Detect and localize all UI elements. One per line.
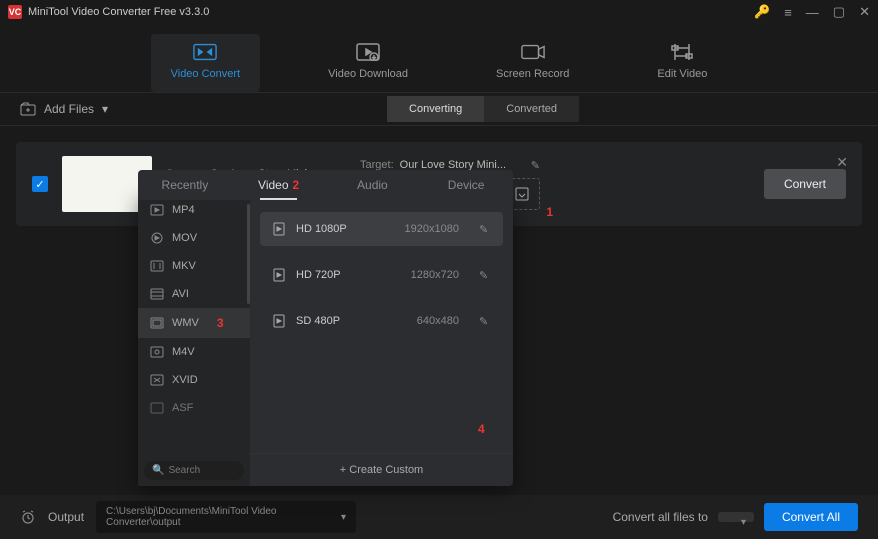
menu-icon[interactable]: ≡ <box>784 5 792 20</box>
popup-tab-device[interactable]: Device <box>419 170 513 200</box>
resolution-720p[interactable]: HD 720P 1280x720 ✎ <box>260 258 503 292</box>
nav-edit-video[interactable]: Edit Video <box>637 34 727 92</box>
chevron-down-icon: ▾ <box>741 517 746 528</box>
format-mp4[interactable]: MP4 <box>138 196 250 224</box>
convert-button[interactable]: Convert <box>764 169 846 199</box>
status-tabs: Converting Converted <box>387 96 579 122</box>
video-file-icon <box>272 268 286 282</box>
search-icon: 🔍 <box>152 465 164 476</box>
resolution-1080p[interactable]: HD 1080P 4 1920x1080 ✎ <box>260 212 503 246</box>
create-custom-button[interactable]: + Create Custom <box>250 453 513 486</box>
popup-tab-video[interactable]: Video2 <box>232 170 326 200</box>
resolution-480p[interactable]: SD 480P 640x480 ✎ <box>260 304 503 338</box>
app-logo: VC <box>8 5 22 19</box>
format-popup: MP4 MOV MKV AVI WMV3 M4V XVID ASF 🔍Searc… <box>138 196 513 486</box>
main-nav: Video Convert Video Download Screen Reco… <box>0 24 878 92</box>
output-label: Output <box>48 510 84 524</box>
chevron-down-icon: ▾ <box>102 102 108 116</box>
nav-screen-record[interactable]: Screen Record <box>476 34 589 92</box>
record-icon <box>521 42 545 62</box>
video-file-icon <box>272 314 286 328</box>
chevron-down-icon: ▾ <box>341 512 346 523</box>
window-title: MiniTool Video Converter Free v3.3.0 <box>28 6 754 18</box>
add-files-button[interactable]: Add Files ▾ <box>20 102 108 116</box>
format-m4v[interactable]: M4V <box>138 338 250 366</box>
minimize-button[interactable]: — <box>806 5 819 20</box>
edit-resolution-icon[interactable]: ✎ <box>479 315 491 327</box>
convert-icon <box>193 42 217 62</box>
file-checkbox[interactable]: ✓ <box>32 176 48 192</box>
format-mkv[interactable]: MKV <box>138 252 250 280</box>
convert-all-button[interactable]: Convert All <box>764 503 858 531</box>
remove-file-button[interactable]: ✕ <box>836 154 848 171</box>
format-mov[interactable]: MOV <box>138 224 250 252</box>
marker-1: 1 <box>546 205 553 219</box>
resolution-list: HD 1080P 4 1920x1080 ✎ HD 720P 1280x720 … <box>250 196 513 453</box>
format-list: MP4 MOV MKV AVI WMV3 M4V XVID ASF 🔍Searc… <box>138 196 250 486</box>
close-button[interactable]: ✕ <box>859 4 870 20</box>
tab-converted[interactable]: Converted <box>484 96 579 122</box>
nav-video-download[interactable]: Video Download <box>308 34 428 92</box>
marker-2: 2 <box>293 178 300 192</box>
format-xvid[interactable]: XVID <box>138 366 250 394</box>
plus-icon: + <box>340 464 349 476</box>
marker-3: 3 <box>217 316 224 330</box>
format-asf[interactable]: ASF <box>138 394 250 422</box>
popup-tab-audio[interactable]: Audio <box>326 170 420 200</box>
key-icon[interactable]: 🔑 <box>754 4 770 20</box>
nav-video-convert[interactable]: Video Convert <box>151 34 261 92</box>
edit-target-icon[interactable]: ✎ <box>531 159 540 172</box>
destination-format-select[interactable]: ▾ <box>718 512 754 522</box>
output-path-selector[interactable]: C:\Users\bj\Documents\MiniTool Video Con… <box>96 501 356 533</box>
maximize-button[interactable]: ▢ <box>833 4 845 20</box>
tab-converting[interactable]: Converting <box>387 96 484 122</box>
edit-resolution-icon[interactable]: ✎ <box>479 269 491 281</box>
schedule-icon[interactable] <box>20 509 36 525</box>
convert-all-to-label: Convert all files to <box>613 510 708 524</box>
download-icon <box>356 42 380 62</box>
video-file-icon <box>272 222 286 236</box>
format-avi[interactable]: AVI <box>138 280 250 308</box>
format-wmv[interactable]: WMV3 <box>138 308 250 338</box>
edit-icon <box>670 42 694 62</box>
format-search[interactable]: 🔍Search <box>144 461 244 480</box>
expand-icon[interactable] <box>515 187 529 201</box>
popup-tab-recently[interactable]: Recently <box>138 170 232 200</box>
marker-4: 4 <box>478 422 485 436</box>
add-files-icon <box>20 102 36 116</box>
edit-resolution-icon[interactable]: ✎ <box>479 223 491 235</box>
scrollbar[interactable] <box>247 204 250 304</box>
